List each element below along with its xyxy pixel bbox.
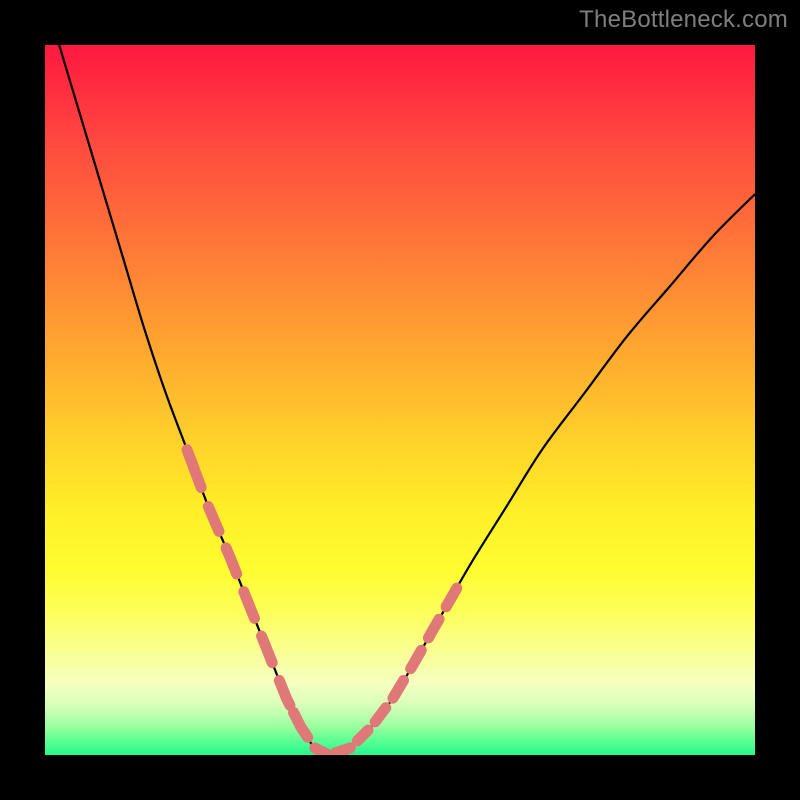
dash-segment (446, 588, 457, 607)
curve-path-group (59, 45, 755, 755)
dash-overlay (187, 450, 457, 755)
plot-area (45, 45, 755, 755)
dash-segment (294, 712, 308, 737)
dash-segment (411, 650, 422, 668)
dash-segment (279, 680, 290, 705)
dash-segment (428, 619, 439, 638)
dash-segment (187, 450, 201, 488)
dash-segment (226, 548, 237, 574)
dash-segment (357, 730, 368, 741)
dash-segment (208, 507, 219, 532)
bottleneck-curve (59, 45, 755, 755)
bottleneck-curve-svg (45, 45, 755, 755)
chart-frame: TheBottleneck.com (0, 0, 800, 800)
dash-segment (375, 708, 386, 722)
dash-segment (315, 748, 329, 755)
dash-segment (244, 592, 255, 619)
dash-segment (262, 636, 273, 663)
watermark-text: TheBottleneck.com (579, 6, 788, 34)
dash-segment (336, 748, 350, 753)
dash-segment (393, 680, 404, 698)
